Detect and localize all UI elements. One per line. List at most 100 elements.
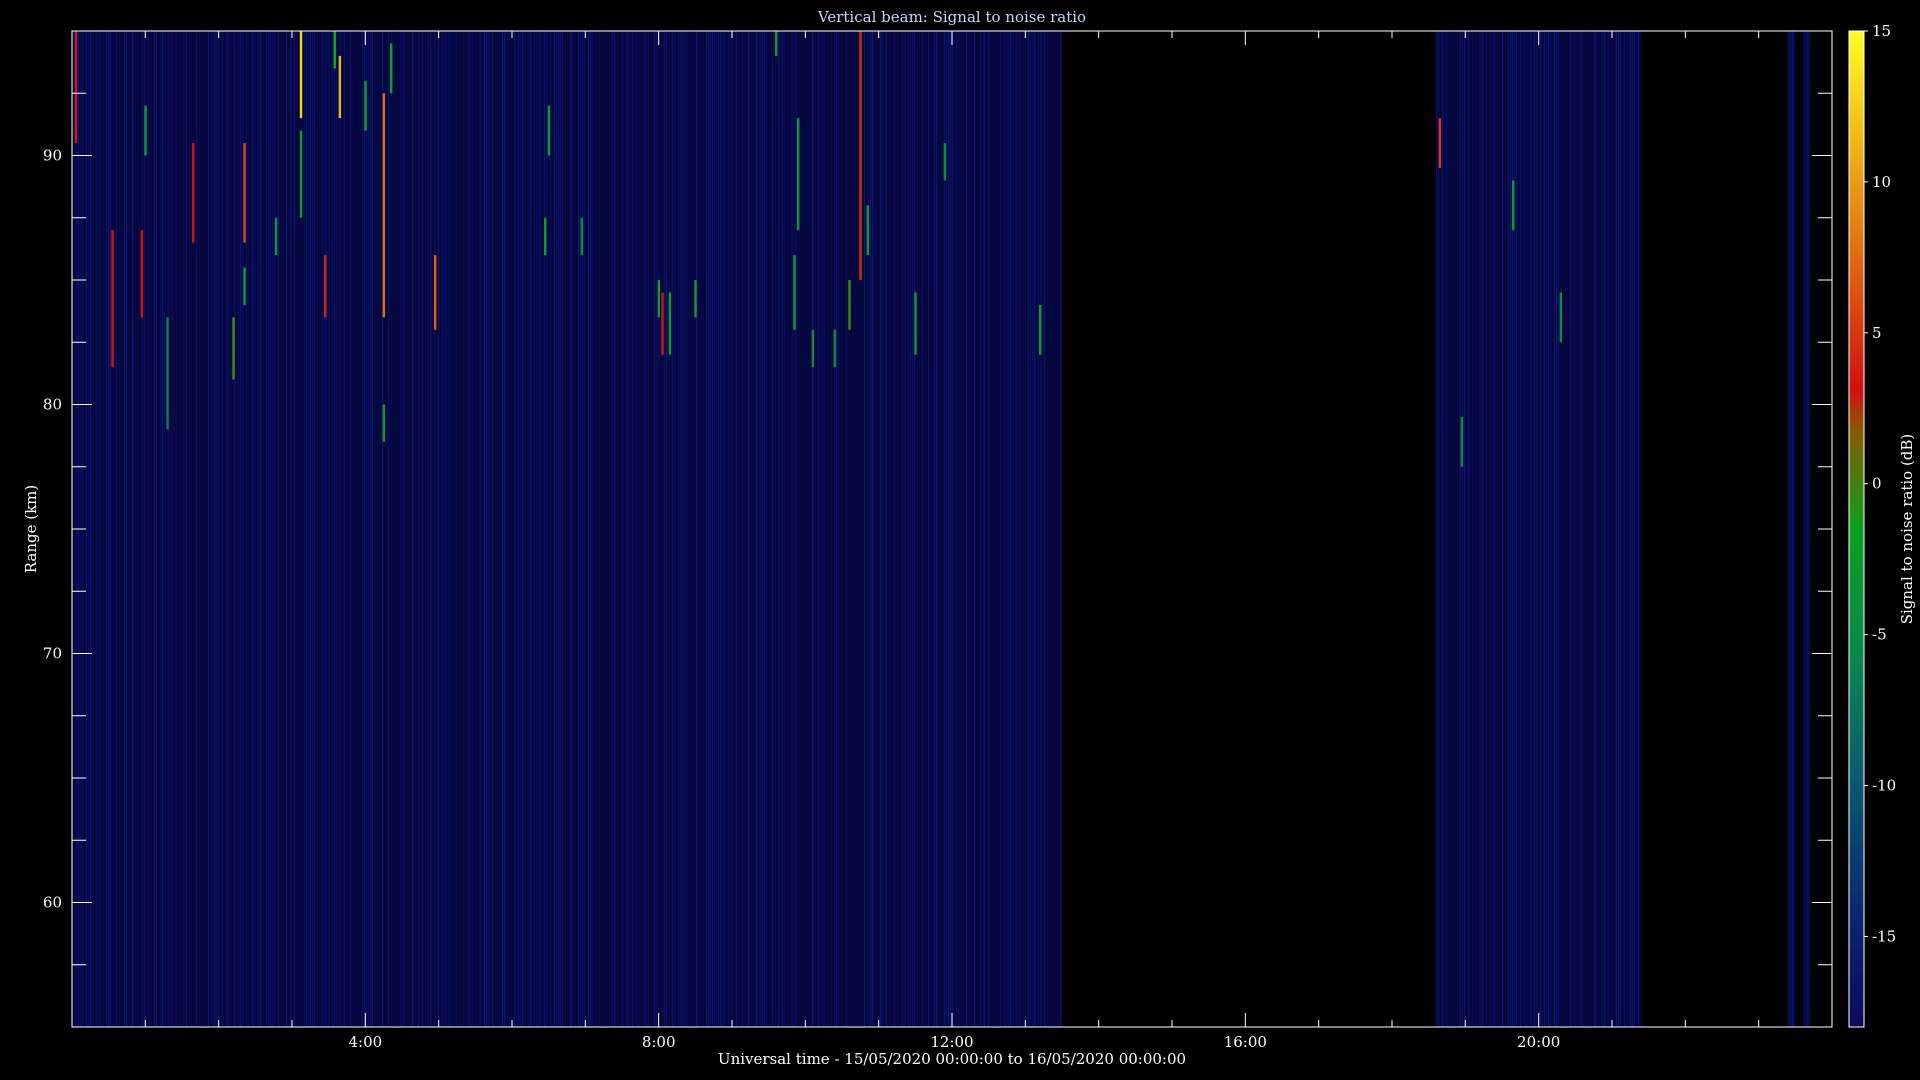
noise-column xyxy=(608,31,609,1027)
noise-column xyxy=(1450,31,1451,1027)
noise-column xyxy=(756,31,757,1027)
noise-column xyxy=(1602,31,1603,1027)
noise-column xyxy=(1570,31,1571,1027)
noise-column xyxy=(1574,31,1575,1027)
noise-column xyxy=(216,31,217,1027)
noise-column xyxy=(446,31,447,1027)
noise-column xyxy=(892,31,893,1027)
noise-column xyxy=(1624,31,1625,1027)
noise-column xyxy=(196,31,197,1027)
noise-column xyxy=(1808,31,1810,1027)
noise-column xyxy=(548,31,549,1027)
noise-column xyxy=(210,31,211,1027)
noise-column xyxy=(1014,31,1015,1027)
noise-column xyxy=(318,31,319,1027)
noise-column xyxy=(258,31,259,1027)
noise-column xyxy=(472,31,473,1027)
noise-column xyxy=(816,31,817,1027)
noise-column xyxy=(126,31,127,1027)
noise-column xyxy=(920,31,921,1027)
noise-column xyxy=(662,31,663,1027)
echo-streak xyxy=(1039,304,1042,355)
echo-streak xyxy=(775,31,778,56)
noise-column xyxy=(346,31,347,1027)
noise-column xyxy=(432,31,433,1027)
noise-column xyxy=(836,31,837,1027)
noise-column xyxy=(330,31,331,1027)
noise-column xyxy=(660,31,661,1027)
noise-column xyxy=(878,31,879,1027)
noise-column xyxy=(830,31,831,1027)
noise-column xyxy=(234,31,235,1027)
noise-column xyxy=(1480,31,1481,1027)
noise-column xyxy=(1042,31,1043,1027)
echo-streak xyxy=(232,317,235,380)
noise-column xyxy=(314,31,315,1027)
noise-column xyxy=(1576,31,1577,1027)
noise-column xyxy=(1048,31,1049,1027)
noise-column xyxy=(986,31,987,1027)
noise-column xyxy=(806,31,807,1027)
noise-column xyxy=(532,31,533,1027)
noise-column xyxy=(1606,31,1607,1027)
noise-column xyxy=(646,31,647,1027)
noise-column xyxy=(640,31,641,1027)
noise-column xyxy=(846,31,847,1027)
noise-column xyxy=(706,31,707,1027)
noise-column xyxy=(1492,31,1493,1027)
noise-column xyxy=(574,31,575,1027)
noise-column xyxy=(96,31,97,1027)
noise-column xyxy=(638,31,639,1027)
noise-column xyxy=(724,31,725,1027)
noise-column xyxy=(1568,31,1569,1027)
noise-column xyxy=(754,31,755,1027)
colorbar-tick-label: -10 xyxy=(1872,777,1896,795)
noise-column xyxy=(990,31,991,1027)
noise-column xyxy=(542,31,543,1027)
noise-column xyxy=(1452,31,1453,1027)
echo-streak xyxy=(797,118,800,231)
noise-column xyxy=(132,31,133,1027)
noise-column xyxy=(190,31,191,1027)
noise-column xyxy=(266,31,267,1027)
noise-column xyxy=(424,31,425,1027)
noise-column xyxy=(522,31,523,1027)
noise-column xyxy=(502,31,503,1027)
echo-streak xyxy=(333,31,336,69)
noise-column xyxy=(262,31,263,1027)
noise-column xyxy=(770,31,771,1027)
noise-column xyxy=(142,31,143,1027)
noise-column xyxy=(232,31,233,1027)
noise-column xyxy=(904,31,905,1027)
noise-column xyxy=(448,31,449,1027)
noise-column xyxy=(632,31,633,1027)
noise-column xyxy=(912,31,913,1027)
noise-column xyxy=(534,31,535,1027)
noise-column xyxy=(804,31,805,1027)
noise-column xyxy=(1032,31,1033,1027)
noise-column xyxy=(650,31,651,1027)
noise-column xyxy=(136,31,137,1027)
noise-column xyxy=(1640,31,1641,1027)
noise-column xyxy=(938,31,939,1027)
noise-column xyxy=(812,31,813,1027)
noise-column xyxy=(1632,31,1633,1027)
echo-streak xyxy=(833,329,837,368)
noise-column xyxy=(760,31,761,1027)
echo-streak xyxy=(434,255,437,330)
noise-column xyxy=(908,31,909,1027)
noise-column xyxy=(292,31,293,1027)
noise-column xyxy=(680,31,681,1027)
noise-column xyxy=(390,31,391,1027)
noise-column xyxy=(408,31,409,1027)
noise-column xyxy=(998,31,999,1027)
noise-column xyxy=(704,31,705,1027)
noise-column xyxy=(564,31,565,1027)
noise-column xyxy=(1054,31,1055,1027)
noise-column xyxy=(296,31,297,1027)
noise-column xyxy=(218,31,219,1027)
noise-column xyxy=(1790,31,1791,1027)
noise-column xyxy=(716,31,717,1027)
noise-column xyxy=(1438,31,1439,1027)
noise-column xyxy=(568,31,569,1027)
